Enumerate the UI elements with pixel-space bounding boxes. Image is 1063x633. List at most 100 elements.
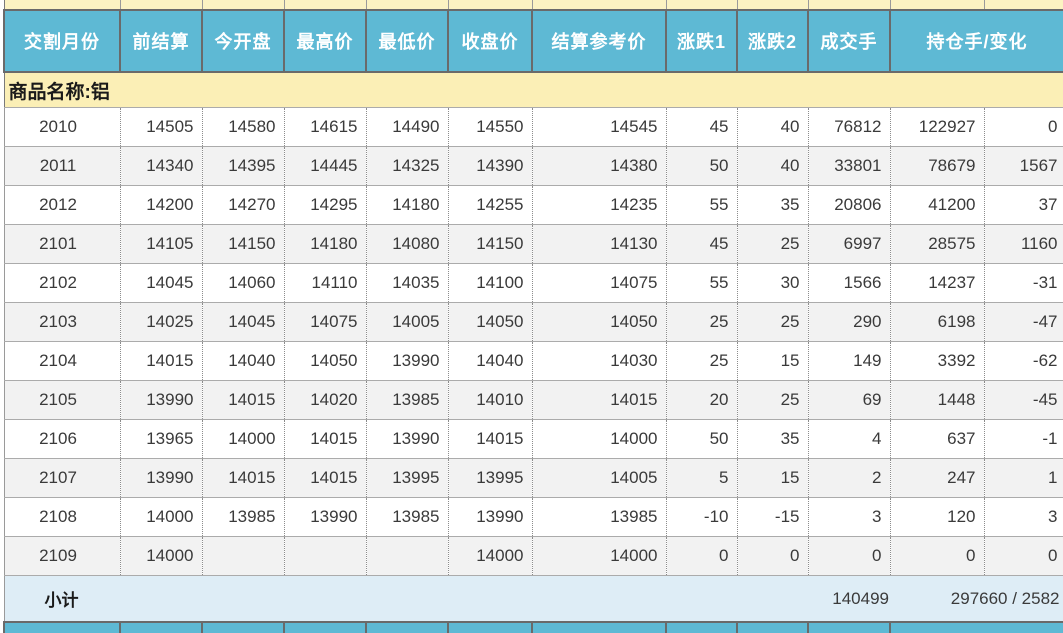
subtotal-label: 小计 <box>3 575 808 622</box>
cell-high: 14110 <box>284 263 367 303</box>
cell-settle-ref: 14015 <box>532 380 667 420</box>
cell-open-interest: 14237 <box>890 263 985 303</box>
cell-low: 13990 <box>366 419 449 459</box>
cell-chg2: 40 <box>737 107 809 147</box>
cell-month: 2106 <box>3 419 121 459</box>
cell-close: 14000 <box>448 536 533 576</box>
cell-low: 13995 <box>366 458 449 498</box>
col-header-delivery-month: 交割月份 <box>3 9 121 73</box>
cell-high: 14015 <box>284 458 367 498</box>
table-row: 2011 14340 14395 14445 14325 14390 14380 50 40 33… <box>3 146 1063 186</box>
cell-settle-ref: 14000 <box>532 536 667 576</box>
cell-chg1: 55 <box>666 263 738 303</box>
cell-low: 13985 <box>366 497 449 537</box>
cell-month: 2103 <box>3 302 121 342</box>
cell-open-interest: 247 <box>890 458 985 498</box>
cell-open: 13985 <box>202 497 285 537</box>
table-row: 2012 14200 14270 14295 14180 14255 14235 55 35 20… <box>3 185 1063 225</box>
cell-open: 14015 <box>202 458 285 498</box>
cell-low: 13990 <box>366 341 449 381</box>
subtotal-row: 小计 140499 297660 / 2582 <box>3 575 1063 622</box>
cell-settle-ref: 14075 <box>532 263 667 303</box>
cell-close: 14050 <box>448 302 533 342</box>
table-row: 2109 14000 14000 14000 0 0 0 0 0 <box>3 536 1063 576</box>
cell-oi-change: -1 <box>984 419 1063 459</box>
cell-open: 14270 <box>202 185 285 225</box>
cell-open-interest: 1448 <box>890 380 985 420</box>
cell-prev-settle: 14200 <box>120 185 203 225</box>
table-row: 2103 14025 14045 14075 14005 14050 14050 25 25 29… <box>3 302 1063 342</box>
cell-low: 14325 <box>366 146 449 186</box>
cell-chg2: 0 <box>737 536 809 576</box>
cell-high <box>284 536 367 576</box>
cell-oi-change: 0 <box>984 107 1063 147</box>
cell-chg2: 25 <box>737 302 809 342</box>
cell-open-interest: 637 <box>890 419 985 459</box>
table-header-row: 交割月份 前结算 今开盘 最高价 最低价 收盘价 结算参考价 涨跌1 涨跌2 成… <box>3 9 1063 73</box>
cell-open: 14395 <box>202 146 285 186</box>
cell-low: 13985 <box>366 380 449 420</box>
cell-volume: 6997 <box>808 224 891 264</box>
cell-settle-ref: 14545 <box>532 107 667 147</box>
cell-prev-settle: 14045 <box>120 263 203 303</box>
cell-month: 2104 <box>3 341 121 381</box>
cell-chg1: 50 <box>666 419 738 459</box>
cell-oi-change: -47 <box>984 302 1063 342</box>
clipped-previous-row <box>3 0 1063 10</box>
cell-low: 14490 <box>366 107 449 147</box>
col-header-high: 最高价 <box>283 9 367 73</box>
cell-high: 13990 <box>284 497 367 537</box>
cell-chg1: 45 <box>666 224 738 264</box>
cell-settle-ref: 14380 <box>532 146 667 186</box>
cell-high: 14445 <box>284 146 367 186</box>
cell-chg2: 40 <box>737 146 809 186</box>
cell-open <box>202 536 285 576</box>
subtotal-open-interest: 297660 / 2582 <box>890 575 1063 622</box>
cell-close: 14550 <box>448 107 533 147</box>
cell-open-interest: 78679 <box>890 146 985 186</box>
cell-low: 14180 <box>366 185 449 225</box>
cell-open-interest: 122927 <box>890 107 985 147</box>
cell-volume: 149 <box>808 341 891 381</box>
cell-prev-settle: 14505 <box>120 107 203 147</box>
cell-low <box>366 536 449 576</box>
cell-open-interest: 120 <box>890 497 985 537</box>
cell-volume: 20806 <box>808 185 891 225</box>
cell-settle-ref: 14030 <box>532 341 667 381</box>
cell-low: 14035 <box>366 263 449 303</box>
cell-month: 2101 <box>3 224 121 264</box>
col-header-prev-settlement: 前结算 <box>119 9 203 73</box>
cell-close: 14010 <box>448 380 533 420</box>
cell-chg2: 35 <box>737 185 809 225</box>
cell-chg2: 30 <box>737 263 809 303</box>
cell-high: 14020 <box>284 380 367 420</box>
col-header-low: 最低价 <box>365 9 449 73</box>
cell-open: 14000 <box>202 419 285 459</box>
cell-volume: 0 <box>808 536 891 576</box>
cell-close: 14255 <box>448 185 533 225</box>
cell-prev-settle: 13965 <box>120 419 203 459</box>
subtotal-volume: 140499 <box>808 575 890 622</box>
cell-close: 14150 <box>448 224 533 264</box>
cell-prev-settle: 14105 <box>120 224 203 264</box>
cell-open-interest: 0 <box>890 536 985 576</box>
table-row: 2107 13990 14015 14015 13995 13995 14005 5 15 2 24… <box>3 458 1063 498</box>
cell-month: 2011 <box>3 146 121 186</box>
cell-open-interest: 6198 <box>890 302 985 342</box>
cell-chg2: 35 <box>737 419 809 459</box>
col-header-open-interest: 持仓手/变化 <box>889 9 1063 73</box>
cell-open: 14580 <box>202 107 285 147</box>
cell-oi-change: 0 <box>984 536 1063 576</box>
cell-open-interest: 3392 <box>890 341 985 381</box>
cell-chg1: 25 <box>666 302 738 342</box>
cell-month: 2109 <box>3 536 121 576</box>
commodity-group-row: 商品名称:铝 <box>3 72 1063 108</box>
futures-quotes-table: 交割月份 前结算 今开盘 最高价 最低价 收盘价 结算参考价 涨跌1 涨跌2 成… <box>3 0 1063 633</box>
cell-open: 14040 <box>202 341 285 381</box>
cell-settle-ref: 14000 <box>532 419 667 459</box>
table-row: 2101 14105 14150 14180 14080 14150 14130 45 25 69… <box>3 224 1063 264</box>
cell-oi-change: 1 <box>984 458 1063 498</box>
cell-chg2: 25 <box>737 380 809 420</box>
cell-prev-settle: 13990 <box>120 458 203 498</box>
cell-chg1: 5 <box>666 458 738 498</box>
